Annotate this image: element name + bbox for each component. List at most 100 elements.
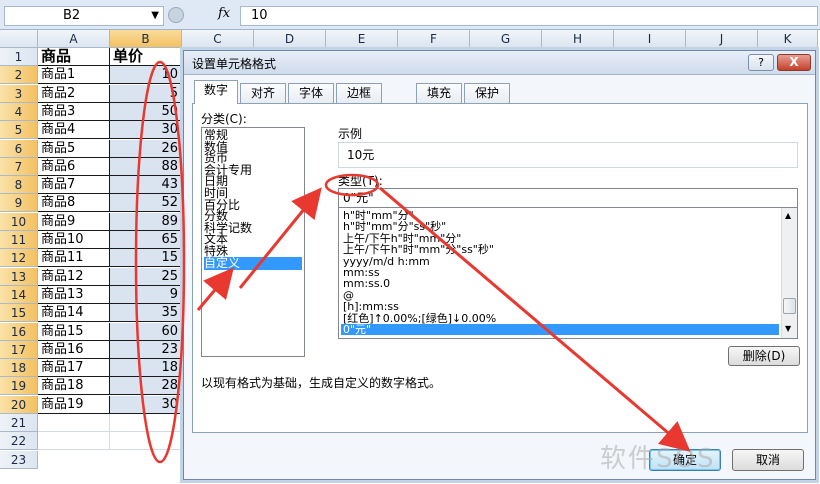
row-header-5[interactable]: 5 bbox=[0, 121, 38, 140]
product-cell[interactable]: 商品2 bbox=[38, 84, 110, 103]
price-cell[interactable]: 18 bbox=[110, 359, 182, 378]
price-cell[interactable]: 28 bbox=[110, 377, 182, 396]
price-cell[interactable]: 23 bbox=[110, 340, 182, 359]
product-cell[interactable]: 商品15 bbox=[38, 322, 110, 341]
column-header-e[interactable]: E bbox=[326, 30, 398, 48]
category-list[interactable]: 常规 数值 货币 会计专用 日期 时间 百分比 分数 科学记数 文本 特殊 自定义 bbox=[201, 127, 305, 357]
name-box[interactable]: B2 ▼ bbox=[4, 6, 164, 26]
close-button[interactable]: X bbox=[777, 54, 811, 71]
product-cell[interactable]: 商品16 bbox=[38, 340, 110, 359]
product-cell[interactable]: 商品10 bbox=[38, 231, 110, 249]
price-cell[interactable]: 30 bbox=[110, 121, 182, 140]
product-cell[interactable]: 商品1 bbox=[38, 66, 110, 85]
product-cell[interactable]: 商品11 bbox=[38, 249, 110, 268]
price-cell[interactable]: 25 bbox=[110, 267, 182, 286]
empty-cell[interactable] bbox=[110, 432, 182, 451]
product-cell[interactable]: 商品13 bbox=[38, 285, 110, 304]
product-cell[interactable]: 商品14 bbox=[38, 304, 110, 323]
column-header-h[interactable]: H bbox=[542, 30, 614, 48]
price-cell[interactable]: 88 bbox=[110, 157, 182, 176]
price-cell[interactable]: 50 bbox=[110, 102, 182, 121]
row-header-2[interactable]: 2 bbox=[0, 66, 38, 85]
price-cell[interactable]: 5 bbox=[110, 84, 182, 103]
format-code-item[interactable]: [h]:mm:ss bbox=[341, 301, 779, 312]
product-cell[interactable]: 商品5 bbox=[38, 139, 110, 158]
empty-cell[interactable] bbox=[38, 432, 110, 451]
row-header-9[interactable]: 9 bbox=[0, 194, 38, 213]
price-cell[interactable]: 89 bbox=[110, 212, 182, 231]
row-header-3[interactable]: 3 bbox=[0, 84, 38, 103]
format-code-item[interactable]: h"时"mm"分"ss"秒" bbox=[341, 221, 779, 232]
scrollbar-thumb[interactable] bbox=[783, 298, 796, 314]
price-cell[interactable]: 15 bbox=[110, 249, 182, 268]
formula-input[interactable]: 10 bbox=[240, 6, 818, 26]
price-cell[interactable]: 10 bbox=[110, 66, 182, 85]
row-header-17[interactable]: 17 bbox=[0, 340, 38, 359]
product-cell[interactable]: 商品19 bbox=[38, 395, 110, 414]
row-header-12[interactable]: 12 bbox=[0, 249, 38, 268]
row-header-16[interactable]: 16 bbox=[0, 322, 38, 341]
type-input[interactable]: 0"元" bbox=[338, 188, 798, 208]
tab-fill[interactable]: 填充 bbox=[416, 83, 462, 103]
price-cell[interactable]: 26 bbox=[110, 139, 182, 158]
format-code-item[interactable]: mm:ss.0 bbox=[341, 278, 779, 289]
header-cell-price[interactable]: 单价 bbox=[110, 48, 182, 66]
insert-function-icon[interactable]: fx bbox=[218, 6, 230, 21]
product-cell[interactable]: 商品17 bbox=[38, 359, 110, 378]
row-header-14[interactable]: 14 bbox=[0, 285, 38, 304]
product-cell[interactable]: 商品9 bbox=[38, 212, 110, 231]
tab-number[interactable]: 数字 bbox=[194, 80, 238, 104]
row-header-23[interactable]: 23 bbox=[0, 450, 38, 469]
column-header-c[interactable]: C bbox=[182, 30, 254, 48]
format-code-item[interactable]: mm:ss bbox=[341, 267, 779, 278]
delete-button[interactable]: 删除(D) bbox=[728, 346, 800, 366]
column-header-i[interactable]: I bbox=[614, 30, 686, 48]
price-cell[interactable]: 65 bbox=[110, 231, 182, 249]
tab-font[interactable]: 字体 bbox=[288, 83, 334, 103]
row-header-11[interactable]: 11 bbox=[0, 231, 38, 249]
product-cell[interactable]: 商品4 bbox=[38, 121, 110, 140]
row-header-19[interactable]: 19 bbox=[0, 377, 38, 396]
dialog-titlebar[interactable]: 设置单元格格式 ? X bbox=[184, 51, 815, 75]
price-cell[interactable]: 43 bbox=[110, 176, 182, 195]
row-header-10[interactable]: 10 bbox=[0, 212, 38, 231]
chevron-down-icon[interactable]: ▼ bbox=[151, 7, 159, 25]
format-code-list[interactable]: h"时"mm"分" h"时"mm"分"ss"秒" 上午/下午h"时"mm"分" 上午/… bbox=[338, 207, 798, 339]
cancel-button[interactable]: 取消 bbox=[732, 449, 804, 471]
price-cell[interactable]: 60 bbox=[110, 322, 182, 341]
empty-cell[interactable] bbox=[110, 414, 182, 432]
row-header-4[interactable]: 4 bbox=[0, 102, 38, 121]
product-cell[interactable]: 商品8 bbox=[38, 194, 110, 213]
tab-border[interactable]: 边框 bbox=[336, 83, 382, 103]
price-cell[interactable]: 52 bbox=[110, 194, 182, 213]
row-header-7[interactable]: 7 bbox=[0, 157, 38, 176]
empty-cell[interactable] bbox=[38, 414, 110, 432]
row-header-1[interactable]: 1 bbox=[0, 48, 38, 66]
scroll-up-icon[interactable]: ▲ bbox=[785, 211, 791, 220]
price-cell[interactable]: 35 bbox=[110, 304, 182, 323]
row-header-13[interactable]: 13 bbox=[0, 267, 38, 286]
column-header-d[interactable]: D bbox=[254, 30, 326, 48]
row-header-18[interactable]: 18 bbox=[0, 359, 38, 378]
column-header-b[interactable]: B bbox=[110, 30, 182, 48]
category-item[interactable]: 自定义 bbox=[204, 256, 302, 270]
format-code-item[interactable]: 上午/下午h"时"mm"分"ss"秒" bbox=[341, 244, 779, 255]
header-cell-product[interactable]: 商品 bbox=[38, 48, 110, 66]
product-cell[interactable]: 商品6 bbox=[38, 157, 110, 176]
formula-bar-expand-icon[interactable] bbox=[168, 7, 184, 23]
tab-alignment[interactable]: 对齐 bbox=[240, 83, 286, 103]
help-button[interactable]: ? bbox=[748, 54, 774, 71]
format-code-item[interactable]: @ bbox=[341, 290, 779, 301]
column-header-f[interactable]: F bbox=[398, 30, 470, 48]
select-all-corner[interactable] bbox=[0, 30, 38, 48]
format-list-scrollbar[interactable]: ▲ ▼ bbox=[781, 208, 797, 338]
row-header-20[interactable]: 20 bbox=[0, 395, 38, 414]
row-header-15[interactable]: 15 bbox=[0, 304, 38, 323]
column-header-j[interactable]: J bbox=[686, 30, 758, 48]
column-header-g[interactable]: G bbox=[470, 30, 542, 48]
row-header-8[interactable]: 8 bbox=[0, 176, 38, 195]
column-header-k[interactable]: K bbox=[758, 30, 818, 48]
column-header-a[interactable]: A bbox=[38, 30, 110, 48]
product-cell[interactable]: 商品7 bbox=[38, 176, 110, 195]
product-cell[interactable]: 商品3 bbox=[38, 102, 110, 121]
